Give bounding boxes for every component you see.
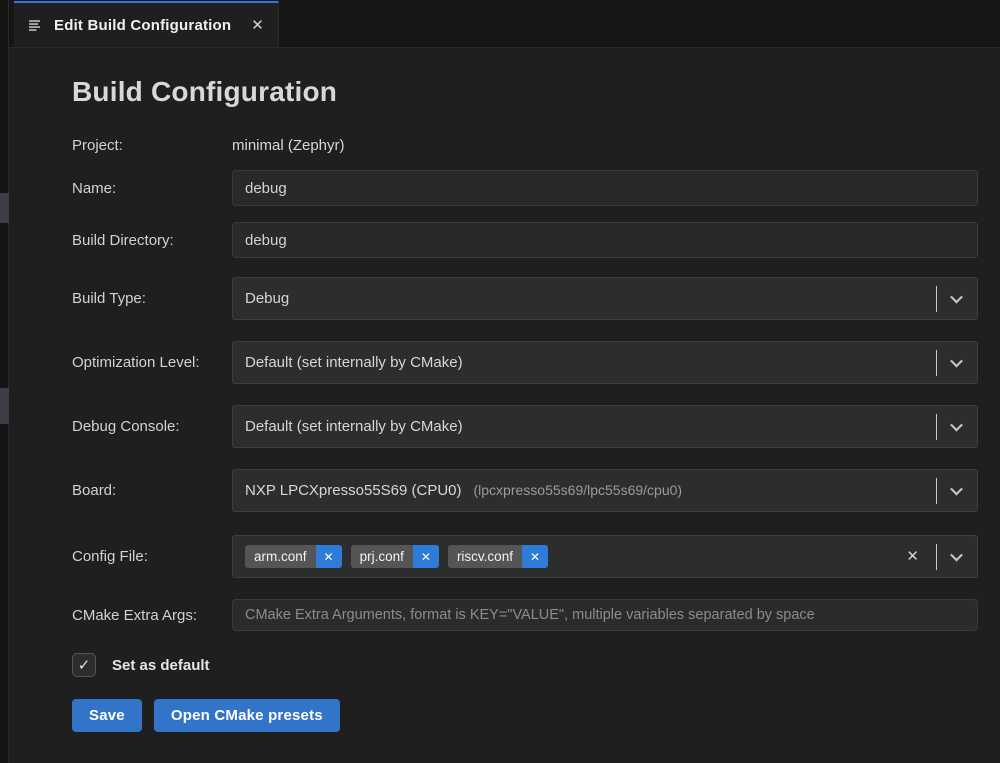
chevron-down-icon[interactable] bbox=[950, 549, 963, 562]
chip-label: arm.conf bbox=[245, 545, 316, 568]
build-directory-input[interactable] bbox=[232, 222, 978, 258]
board-select[interactable]: NXP LPCXpresso55S69 (CPU0) (lpcxpresso55… bbox=[232, 469, 978, 512]
config-chip: prj.conf✕ bbox=[351, 545, 439, 568]
project-label: Project: bbox=[72, 137, 232, 154]
chevron-down-icon[interactable] bbox=[950, 355, 963, 368]
chevron-down-icon[interactable] bbox=[950, 419, 963, 432]
debug-console-label: Debug Console: bbox=[72, 418, 232, 435]
build-type-label: Build Type: bbox=[72, 290, 232, 307]
debug-console-select[interactable]: Default (set internally by CMake) bbox=[232, 405, 978, 448]
cmake-extra-args-label: CMake Extra Args: bbox=[72, 607, 232, 624]
chip-label: riscv.conf bbox=[448, 545, 522, 568]
set-as-default-checkbox[interactable]: ✓ bbox=[72, 653, 96, 677]
name-row: Name: bbox=[72, 170, 978, 206]
dropdown-separator bbox=[936, 544, 937, 570]
set-as-default-label: Set as default bbox=[112, 657, 210, 674]
dropdown-separator bbox=[936, 350, 937, 376]
dropdown-separator bbox=[936, 286, 937, 312]
config-file-row: Config File: arm.conf✕prj.conf✕riscv.con… bbox=[72, 535, 978, 578]
build-type-row: Build Type: Debug bbox=[72, 277, 978, 320]
name-label: Name: bbox=[72, 180, 232, 197]
tab-edit-build-configuration[interactable]: Edit Build Configuration ✕ bbox=[14, 1, 279, 47]
config-file-label: Config File: bbox=[72, 548, 232, 565]
config-file-chips: arm.conf✕prj.conf✕riscv.conf✕ bbox=[245, 545, 906, 568]
build-directory-row: Build Directory: bbox=[72, 222, 978, 258]
chip-remove-icon[interactable]: ✕ bbox=[522, 545, 548, 568]
page-title: Build Configuration bbox=[72, 76, 978, 108]
close-icon[interactable]: ✕ bbox=[251, 18, 264, 33]
dropdown-separator bbox=[936, 414, 937, 440]
config-chip: riscv.conf✕ bbox=[448, 545, 548, 568]
tab-title: Edit Build Configuration bbox=[54, 17, 231, 34]
open-cmake-presets-button[interactable]: Open CMake presets bbox=[154, 699, 340, 732]
editor-tab-bar: Edit Build Configuration ✕ bbox=[0, 0, 1000, 48]
activity-strip-item[interactable] bbox=[0, 388, 9, 424]
cmake-extra-args-input[interactable] bbox=[232, 599, 978, 631]
chevron-down-icon[interactable] bbox=[950, 483, 963, 496]
build-directory-label: Build Directory: bbox=[72, 232, 232, 249]
board-row: Board: NXP LPCXpresso55S69 (CPU0) (lpcxp… bbox=[72, 469, 978, 512]
save-button[interactable]: Save bbox=[72, 699, 142, 732]
action-buttons: Save Open CMake presets bbox=[72, 699, 978, 732]
set-as-default-row: ✓ Set as default bbox=[72, 652, 978, 678]
optimization-level-value: Default (set internally by CMake) bbox=[245, 354, 936, 371]
debug-console-value: Default (set internally by CMake) bbox=[245, 418, 936, 435]
activity-strip bbox=[0, 0, 9, 763]
dropdown-separator bbox=[936, 478, 937, 504]
project-row: Project: minimal (Zephyr) bbox=[72, 134, 978, 156]
build-type-select[interactable]: Debug bbox=[232, 277, 978, 320]
optimization-level-label: Optimization Level: bbox=[72, 354, 232, 371]
config-file-multiselect[interactable]: arm.conf✕prj.conf✕riscv.conf✕ ✕ bbox=[232, 535, 978, 578]
debug-console-row: Debug Console: Default (set internally b… bbox=[72, 405, 978, 448]
activity-strip-item[interactable] bbox=[0, 193, 9, 223]
clear-all-icon[interactable]: ✕ bbox=[906, 549, 919, 564]
cmake-extra-args-row: CMake Extra Args: bbox=[72, 599, 978, 631]
chip-label: prj.conf bbox=[351, 545, 413, 568]
chip-remove-icon[interactable]: ✕ bbox=[413, 545, 439, 568]
build-configuration-form: Build Configuration Project: minimal (Ze… bbox=[9, 48, 1000, 763]
chevron-down-icon[interactable] bbox=[950, 291, 963, 304]
build-type-value: Debug bbox=[245, 290, 936, 307]
board-value: NXP LPCXpresso55S69 (CPU0) bbox=[245, 482, 462, 499]
name-input[interactable] bbox=[232, 170, 978, 206]
optimization-level-select[interactable]: Default (set internally by CMake) bbox=[232, 341, 978, 384]
project-value: minimal (Zephyr) bbox=[232, 137, 978, 154]
board-detail: (lpcxpresso55s69/lpc55s69/cpu0) bbox=[474, 482, 683, 498]
optimization-level-row: Optimization Level: Default (set interna… bbox=[72, 341, 978, 384]
chip-remove-icon[interactable]: ✕ bbox=[316, 545, 342, 568]
config-chip: arm.conf✕ bbox=[245, 545, 342, 568]
checkmark-icon: ✓ bbox=[78, 656, 91, 674]
board-label: Board: bbox=[72, 482, 232, 499]
list-icon bbox=[28, 17, 44, 33]
